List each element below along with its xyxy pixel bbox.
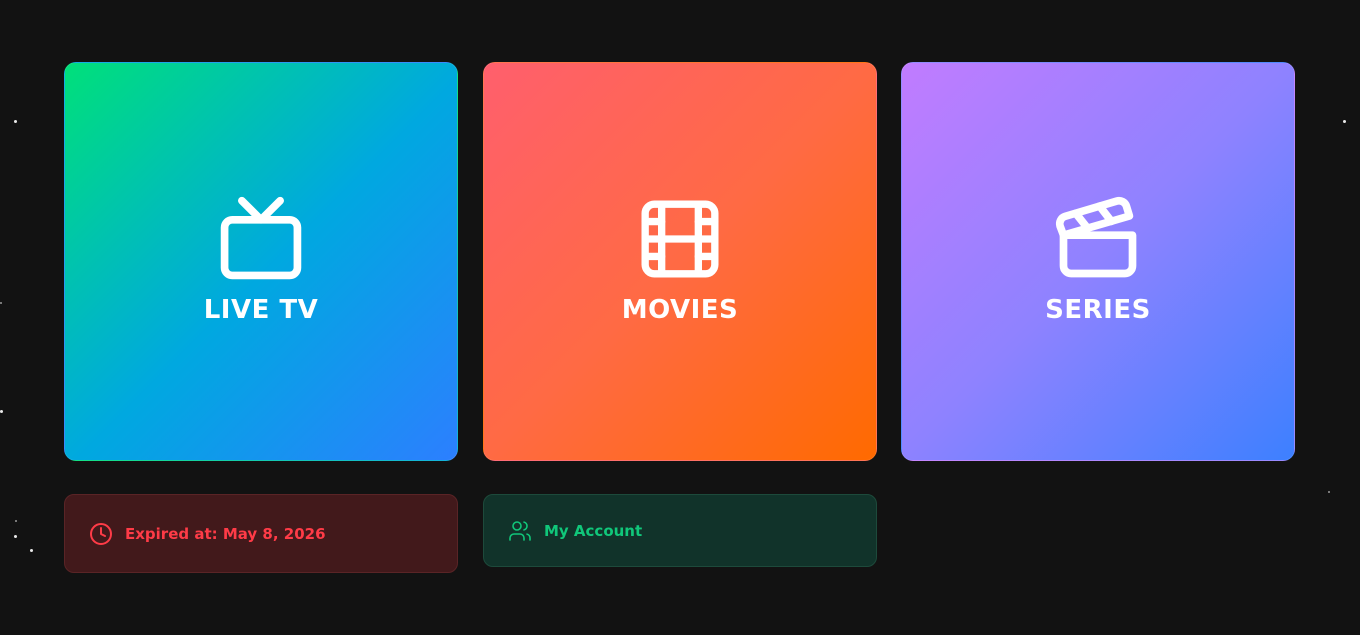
home-screen: LIVE TV MOVIES SERIES Expired at: May 8,… <box>0 0 1360 635</box>
series-label: SERIES <box>1045 294 1151 325</box>
star-decoration <box>15 520 17 522</box>
star-decoration <box>1328 491 1330 493</box>
star-decoration <box>14 535 17 538</box>
subscription-expiry-box: Expired at: May 8, 2026 <box>64 494 458 573</box>
my-account-label: My Account <box>544 521 643 540</box>
tv-icon <box>213 191 309 287</box>
star-decoration <box>0 410 3 413</box>
star-decoration <box>0 302 2 304</box>
my-account-button[interactable]: My Account <box>483 494 877 567</box>
clapperboard-icon <box>1050 191 1146 287</box>
users-icon <box>508 519 532 543</box>
live-tv-label: LIVE TV <box>203 294 319 325</box>
star-decoration <box>1343 120 1346 123</box>
clock-icon <box>89 522 113 546</box>
live-tv-card[interactable]: LIVE TV <box>64 62 458 461</box>
star-decoration <box>14 120 17 123</box>
star-decoration <box>30 549 33 552</box>
movies-card[interactable]: MOVIES <box>483 62 877 461</box>
film-icon <box>632 191 728 287</box>
movies-label: MOVIES <box>621 294 739 325</box>
series-card[interactable]: SERIES <box>901 62 1295 461</box>
expiry-text: Expired at: May 8, 2026 <box>125 524 326 543</box>
